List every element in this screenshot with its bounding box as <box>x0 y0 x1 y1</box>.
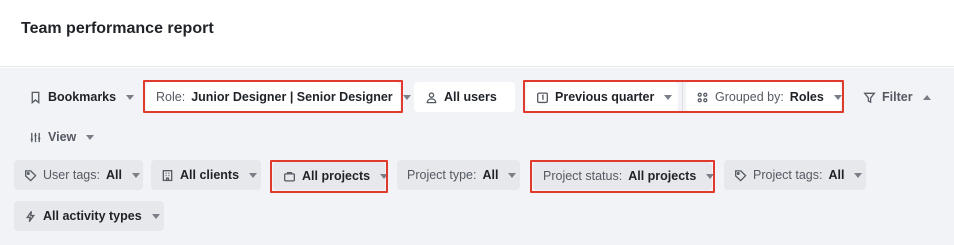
projects-filter[interactable]: All projects <box>273 162 389 190</box>
chevron-down-icon <box>664 94 673 100</box>
bookmarks-button[interactable]: Bookmarks <box>18 82 144 112</box>
funnel-icon <box>862 90 876 104</box>
users-filter-dropdown[interactable]: All users <box>414 82 515 112</box>
building-icon <box>161 168 174 182</box>
user-icon <box>424 90 438 104</box>
report-header: Team performance report <box>0 0 954 67</box>
user-tags-filter[interactable]: User tags: All <box>14 160 143 190</box>
chevron-up-icon <box>922 94 931 100</box>
lightning-icon <box>24 209 37 223</box>
chevron-down-icon <box>249 172 258 178</box>
chevron-down-icon <box>151 213 160 219</box>
calendar-icon <box>536 90 549 104</box>
chevron-down-icon <box>131 172 140 178</box>
chevron-down-icon <box>126 94 135 100</box>
role-filter-dropdown[interactable]: Role: Junior Designer | Senior Designer <box>146 82 411 112</box>
project-tags-filter[interactable]: Project tags: All <box>724 160 866 190</box>
period-dropdown[interactable]: Previous quarter <box>526 82 678 112</box>
page-title: Team performance report <box>21 20 214 37</box>
filter-toggle-button[interactable]: Filter <box>852 82 941 112</box>
briefcase-icon <box>283 169 296 183</box>
chevron-down-icon <box>402 94 411 100</box>
grid-icon <box>696 90 709 104</box>
tag-icon <box>24 168 37 182</box>
sliders-icon <box>28 130 42 144</box>
chevron-down-icon <box>854 172 863 178</box>
grouped-by-dropdown[interactable]: Grouped by: Roles <box>686 82 842 112</box>
clients-filter[interactable]: All clients <box>151 160 261 190</box>
chevron-down-icon <box>706 173 715 179</box>
chevron-down-icon <box>380 173 389 179</box>
divider <box>682 82 683 112</box>
chevron-down-icon <box>508 172 517 178</box>
chevron-down-icon <box>833 94 842 100</box>
activity-types-filter[interactable]: All activity types <box>14 201 164 231</box>
tag-icon <box>734 168 747 182</box>
project-status-filter[interactable]: Project status: All projects <box>533 162 715 190</box>
project-type-filter[interactable]: Project type: All <box>397 160 520 190</box>
chevron-down-icon <box>86 134 95 140</box>
view-button[interactable]: View <box>18 122 104 152</box>
bookmark-icon <box>28 90 42 104</box>
filter-toolbar: Bookmarks Role: Junior Designer | Senior… <box>0 68 954 245</box>
